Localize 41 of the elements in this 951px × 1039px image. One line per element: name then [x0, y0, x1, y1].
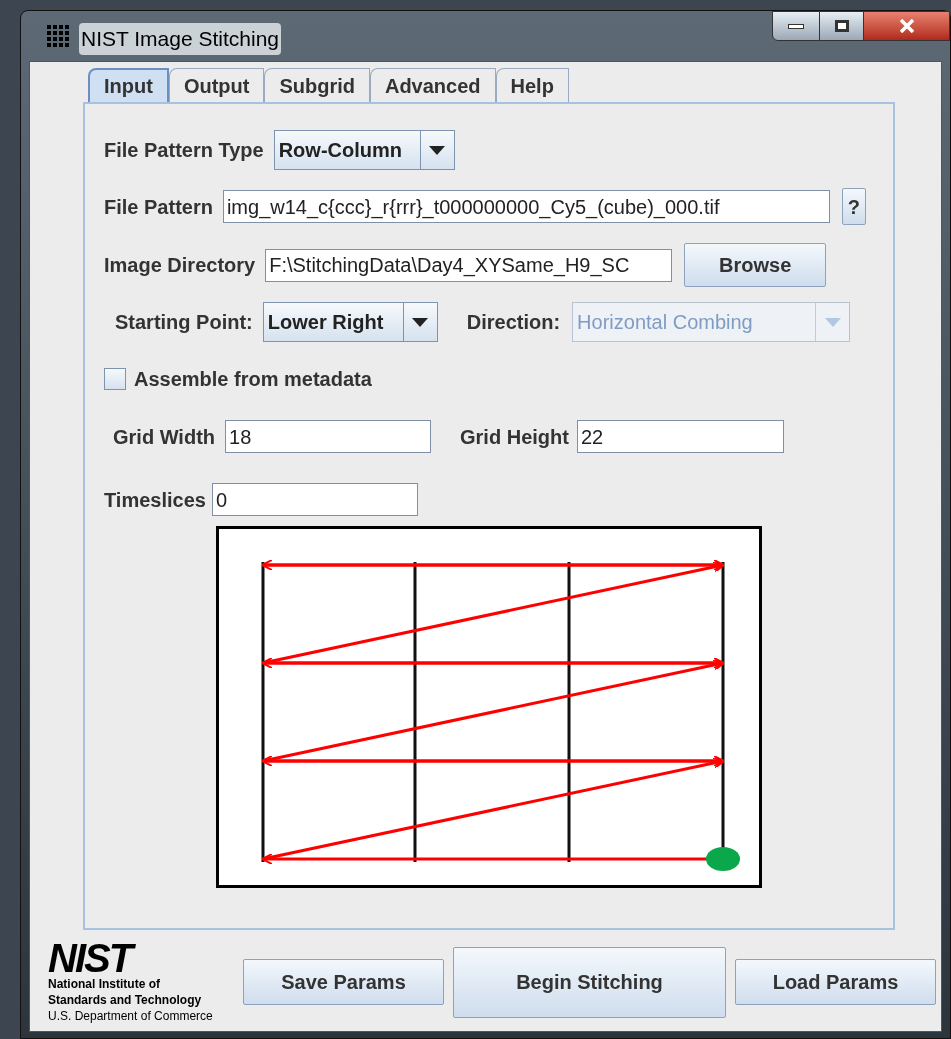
- tab[interactable]: Subgrid: [264, 68, 370, 102]
- input-field[interactable]: F:\StitchingData\Day4_XYSame_H9_SC: [265, 248, 673, 282]
- window-title: NIST Image Stitching: [79, 23, 282, 55]
- field-label: Image Directory: [104, 253, 256, 278]
- tab[interactable]: Input: [88, 68, 169, 102]
- field-label: Direction:: [466, 310, 561, 335]
- tab[interactable]: Output: [168, 68, 265, 102]
- browse-button[interactable]: Browse: [684, 243, 827, 287]
- help-button[interactable]: ?: [841, 188, 866, 225]
- dropdown-value: Lower Right: [266, 310, 385, 335]
- minimize-button[interactable]: [772, 11, 820, 41]
- field-label: Grid Width: [113, 424, 216, 450]
- app-icon: [47, 25, 69, 47]
- close-icon: [898, 19, 915, 33]
- dropdown[interactable]: Lower Right: [262, 302, 438, 342]
- field-label: Assemble from metadata: [134, 367, 372, 392]
- start-point-marker: [706, 847, 740, 871]
- close-button[interactable]: [864, 11, 950, 41]
- field-label: Timeslices: [104, 487, 206, 513]
- action-button[interactable]: Begin Stitching: [453, 946, 726, 1018]
- field-label: Grid Height: [460, 424, 569, 450]
- action-button[interactable]: Save Params: [243, 959, 444, 1005]
- dropdown-value: Horizontal Combing: [576, 310, 754, 335]
- tab[interactable]: Advanced: [369, 68, 496, 102]
- input-field[interactable]: 0: [211, 483, 418, 516]
- field-label: Starting Point:: [115, 310, 253, 335]
- maximize-button[interactable]: [820, 11, 864, 41]
- input-field[interactable]: 22: [576, 420, 784, 453]
- input-field[interactable]: img_w14_c{ccc}_r{rrr}_t000000000_Cy5_(cube)_000.tif: [222, 190, 830, 223]
- checkbox[interactable]: [104, 368, 126, 390]
- field-label: File Pattern Type: [104, 138, 264, 163]
- logo-text: Standards and Technology: [48, 992, 203, 1008]
- logo-text: National Institute of: [48, 976, 161, 992]
- dropdown[interactable]: Row-Column: [273, 130, 455, 170]
- field-label: File Pattern: [104, 194, 213, 220]
- action-button[interactable]: Load Params: [735, 959, 936, 1005]
- dropdown-value: Row-Column: [277, 138, 403, 163]
- tab[interactable]: Help: [495, 68, 569, 102]
- logo-mark: NIST: [48, 940, 234, 976]
- input-field[interactable]: 18: [225, 420, 432, 453]
- logo-text: U.S. Department of Commerce: [48, 1008, 214, 1024]
